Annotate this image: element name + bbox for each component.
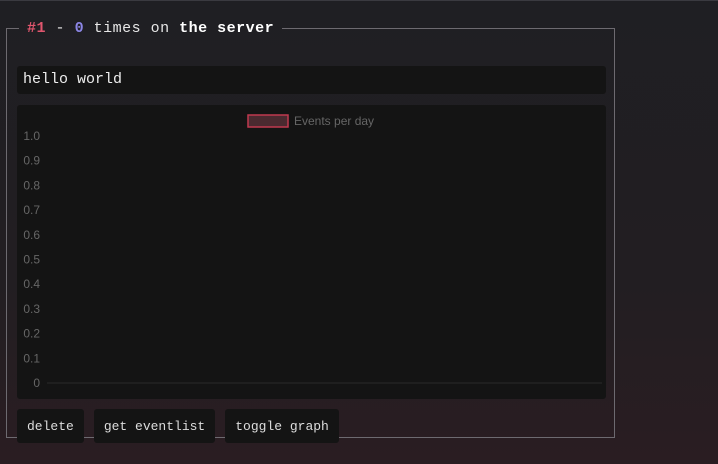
server-label: the server xyxy=(179,20,275,37)
y-tick-label: 0.1 xyxy=(23,351,40,365)
y-tick-label: 0.4 xyxy=(23,277,40,291)
event-card-header: #1 - 0 times on the server xyxy=(19,20,282,37)
action-buttons: delete get eventlist toggle graph xyxy=(17,409,339,443)
y-axis-ticks: 1.0 0.9 0.8 0.7 0.6 0.5 0.4 0.3 0.2 0.1 0 xyxy=(23,129,40,390)
times-on-label: times on xyxy=(93,20,170,37)
y-tick-label: 0.6 xyxy=(23,228,40,242)
y-tick-label: 0.9 xyxy=(23,154,40,168)
y-tick-label: 0.7 xyxy=(23,203,40,217)
y-tick-label: 0.5 xyxy=(23,253,40,267)
get-eventlist-button[interactable]: get eventlist xyxy=(93,409,216,443)
toggle-graph-button[interactable]: toggle graph xyxy=(225,409,339,443)
events-chart: Events per day 1.0 0.9 0.8 0.7 0.6 0.5 0.4 0.3 0… xyxy=(17,105,606,399)
chart-legend[interactable]: Events per day xyxy=(247,114,374,128)
y-tick-label: 0.8 xyxy=(23,178,40,192)
events-chart-svg: Events per day 1.0 0.9 0.8 0.7 0.6 0.5 0.4 0.3 0… xyxy=(23,114,602,390)
header-separator: - xyxy=(55,20,66,37)
event-name: hello world xyxy=(17,66,606,94)
delete-button[interactable]: delete xyxy=(17,409,84,443)
event-count: 0 xyxy=(74,20,85,37)
event-card: #1 - 0 times on the server hello world E… xyxy=(6,20,615,443)
y-tick-label: 0.2 xyxy=(23,327,40,341)
y-tick-label: 0.3 xyxy=(23,302,40,316)
legend-label: Events per day xyxy=(294,114,374,128)
event-id: #1 xyxy=(27,20,47,37)
legend-swatch xyxy=(247,114,289,128)
top-divider xyxy=(0,0,718,1)
y-tick-label: 0 xyxy=(33,376,40,390)
y-tick-label: 1.0 xyxy=(23,129,40,143)
